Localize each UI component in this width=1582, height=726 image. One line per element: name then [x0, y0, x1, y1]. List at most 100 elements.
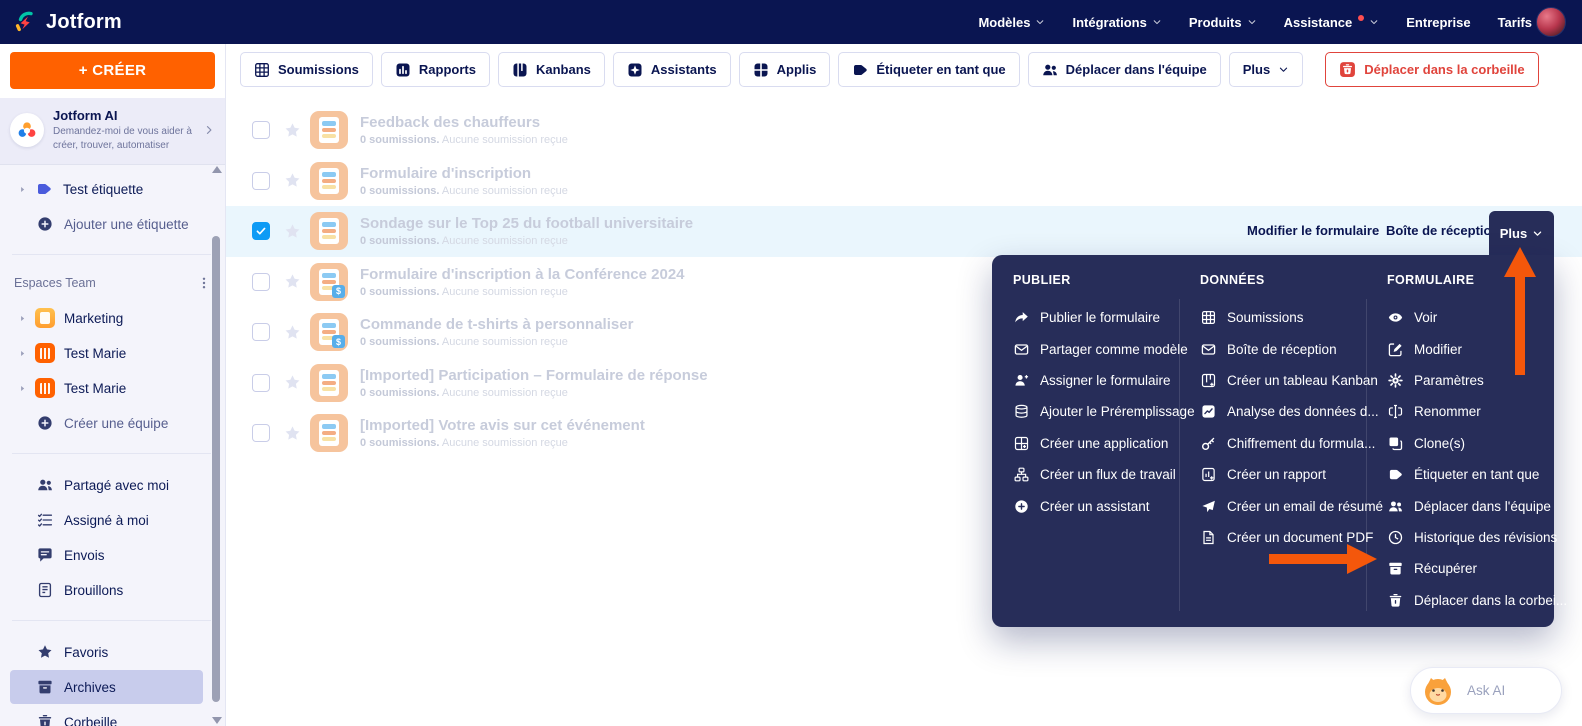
row-checkbox[interactable]	[252, 424, 270, 443]
toolbar-button-etiqueter-en-tant-que[interactable]: Étiqueter en tant que	[838, 52, 1020, 87]
sidebar-item-envois[interactable]: Envois	[10, 538, 203, 572]
scroll-down-arrow[interactable]	[212, 717, 222, 724]
caret-right-icon[interactable]	[18, 185, 30, 194]
sidebar-item-favoris[interactable]: Favoris	[10, 635, 203, 669]
sidebar-item-creer-une-equipe[interactable]: Créer une équipe	[10, 406, 203, 440]
nav-item-modeles[interactable]: Modèles	[978, 15, 1045, 30]
star-favorite-icon[interactable]	[284, 172, 301, 189]
menu-item-creer-un-email-de-resume[interactable]: Créer un email de résumé	[1200, 490, 1383, 521]
star-favorite-icon[interactable]	[284, 374, 301, 391]
scroll-up-arrow[interactable]	[212, 166, 222, 173]
edit-icon	[1388, 343, 1402, 356]
edit-form-link[interactable]: Modifier le formulaire	[1247, 223, 1379, 238]
nav-item-assistance[interactable]: Assistance	[1284, 15, 1380, 30]
menu-item-analyse-des-donnees-d-[interactable]: Analyse des données d...	[1200, 396, 1379, 427]
form-thumbnail-icon	[310, 161, 348, 200]
toolbar-button-move-to-trash[interactable]: Déplacer dans la corbeille	[1325, 52, 1539, 87]
caret-right-icon[interactable]	[18, 314, 30, 323]
toolbar-button-kanbans[interactable]: Kanbans	[497, 52, 605, 87]
nav-item-integrations[interactable]: Intégrations	[1072, 15, 1161, 30]
sidebar-item-brouillons[interactable]: Brouillons	[10, 573, 203, 607]
menu-item-voir[interactable]: Voir	[1387, 302, 1553, 333]
section-header-label: Espaces Team	[14, 276, 96, 290]
sidebar-item-assigne-a-moi[interactable]: Assigné à moi	[10, 503, 203, 537]
form-subtitle: 0 soumissions. Aucune soumission reçue	[360, 437, 568, 450]
nav-item-tarifs[interactable]: Tarifs	[1498, 15, 1532, 30]
toolbar-button-soumissions[interactable]: Soumissions	[240, 52, 373, 87]
row-checkbox[interactable]	[252, 121, 270, 140]
menu-item-boite-de-reception[interactable]: Boîte de réception	[1200, 333, 1366, 364]
menu-item-clone-s-[interactable]: Clone(s)	[1387, 428, 1553, 459]
row-more-button[interactable]: Plus	[1489, 211, 1554, 255]
sidebar-item-corbeille[interactable]: Corbeille	[10, 705, 203, 726]
menu-item-creer-un-flux-de-travail[interactable]: Créer un flux de travail	[1013, 459, 1179, 490]
star-favorite-icon[interactable]	[284, 324, 301, 341]
menu-item-historique-des-revisions[interactable]: Historique des révisions	[1387, 522, 1557, 553]
sidebar-item-marketing[interactable]: Marketing	[10, 301, 203, 335]
menu-item-deplacer-dans-la-corbei-[interactable]: Déplacer dans la corbei...	[1387, 585, 1567, 616]
sidebar-item-ajouter-une-etiquette[interactable]: Ajouter une étiquette	[10, 207, 203, 241]
sidebar-section-header: Espaces Team	[0, 269, 225, 297]
menu-item-modifier[interactable]: Modifier	[1387, 333, 1553, 364]
caret-right-icon[interactable]	[18, 384, 30, 393]
sidebar-item-archives[interactable]: Archives	[10, 670, 203, 704]
chevron-down-icon	[1534, 231, 1542, 236]
menu-item-publier-le-formulaire[interactable]: Publier le formulaire	[1013, 302, 1179, 333]
row-checkbox[interactable]	[252, 373, 270, 392]
create-button[interactable]: + CRÉER	[10, 52, 215, 89]
caret-right-icon[interactable]	[18, 349, 30, 358]
inbox-link[interactable]: Boîte de réception	[1386, 223, 1499, 238]
nav-item-entreprise[interactable]: Entreprise	[1406, 15, 1470, 30]
toolbar-button-rapports[interactable]: Rapports	[380, 52, 490, 87]
user-avatar[interactable]	[1536, 7, 1566, 37]
ask-ai-widget[interactable]: Ask AI	[1410, 667, 1562, 714]
star-favorite-icon[interactable]	[284, 122, 301, 139]
row-checkbox[interactable]	[252, 323, 270, 342]
jotform-logo[interactable]: Jotform	[12, 9, 122, 35]
menu-item-creer-un-document-pdf[interactable]: Créer un document PDF	[1200, 522, 1373, 553]
row-checkbox[interactable]	[252, 222, 270, 241]
form-row[interactable]: Feedback des chauffeurs 0 soumissions. Au…	[226, 105, 1582, 156]
menu-item-recuperer[interactable]: Récupérer	[1387, 553, 1553, 584]
star-favorite-icon[interactable]	[284, 273, 301, 290]
tag-icon	[1389, 469, 1402, 480]
jotform-ai-panel[interactable]: Jotform AI Demandez-moi de vous aider à …	[0, 98, 225, 165]
pdf-icon	[1203, 530, 1214, 545]
form-row[interactable]: Formulaire d'inscription 0 soumissions. A…	[226, 156, 1582, 207]
sidebar-item-test-etiquette[interactable]: Test étiquette	[10, 172, 203, 206]
toolbar-button-deplacer-dans-l-equipe[interactable]: Déplacer dans l'équipe	[1027, 52, 1221, 87]
trash-icon	[1389, 593, 1402, 607]
marketing-team-icon	[35, 308, 55, 328]
form-title: [Imported] Participation – Formulaire de…	[360, 366, 708, 384]
payment-badge: $	[332, 284, 345, 298]
sidebar-item-test-marie[interactable]: Test Marie	[10, 336, 203, 370]
menu-item-assigner-le-formulaire[interactable]: Assigner le formulaire	[1013, 365, 1179, 396]
menu-item-soumissions[interactable]: Soumissions	[1200, 302, 1366, 333]
plus-circle-icon	[38, 416, 52, 430]
sidebar-item-test-marie[interactable]: Test Marie	[10, 371, 203, 405]
toolbar-button-plus[interactable]: Plus	[1228, 52, 1304, 87]
toolbar-button-assistants[interactable]: Assistants	[612, 52, 731, 87]
nav-item-label: Intégrations	[1072, 14, 1147, 30]
menu-item-ajouter-le-preremplissage[interactable]: Ajouter le Préremplissage	[1013, 396, 1195, 427]
row-checkbox[interactable]	[252, 272, 270, 291]
row-checkbox[interactable]	[252, 171, 270, 190]
menu-item-partager-comme-modele[interactable]: Partager comme modèle	[1013, 333, 1188, 364]
menu-item-creer-un-tableau-kanban[interactable]: Créer un tableau Kanban	[1200, 365, 1378, 396]
menu-item-deplacer-dans-l-equipe[interactable]: Déplacer dans l'équipe	[1387, 490, 1553, 521]
menu-item-creer-une-application[interactable]: Créer une application	[1013, 428, 1179, 459]
menu-item-label: Soumissions	[1227, 310, 1304, 326]
menu-item-creer-un-rapport[interactable]: Créer un rapport	[1200, 459, 1366, 490]
menu-item-chiffrement-du-formula-[interactable]: Chiffrement du formula...	[1200, 428, 1375, 459]
menu-item-etiqueter-en-tant-que[interactable]: Étiqueter en tant que	[1387, 459, 1553, 490]
menu-item-creer-un-assistant[interactable]: Créer un assistant	[1013, 490, 1179, 521]
scrollbar-thumb[interactable]	[212, 236, 220, 702]
kebab-menu-icon[interactable]	[197, 276, 211, 290]
star-favorite-icon[interactable]	[284, 223, 301, 240]
nav-item-produits[interactable]: Produits	[1189, 15, 1257, 30]
star-favorite-icon[interactable]	[284, 425, 301, 442]
toolbar-button-applis[interactable]: Applis	[738, 52, 831, 87]
menu-item-parametres[interactable]: Paramètres	[1387, 365, 1553, 396]
sidebar-item-partage-avec-moi[interactable]: Partagé avec moi	[10, 468, 203, 502]
menu-item-renommer[interactable]: Renommer	[1387, 396, 1553, 427]
